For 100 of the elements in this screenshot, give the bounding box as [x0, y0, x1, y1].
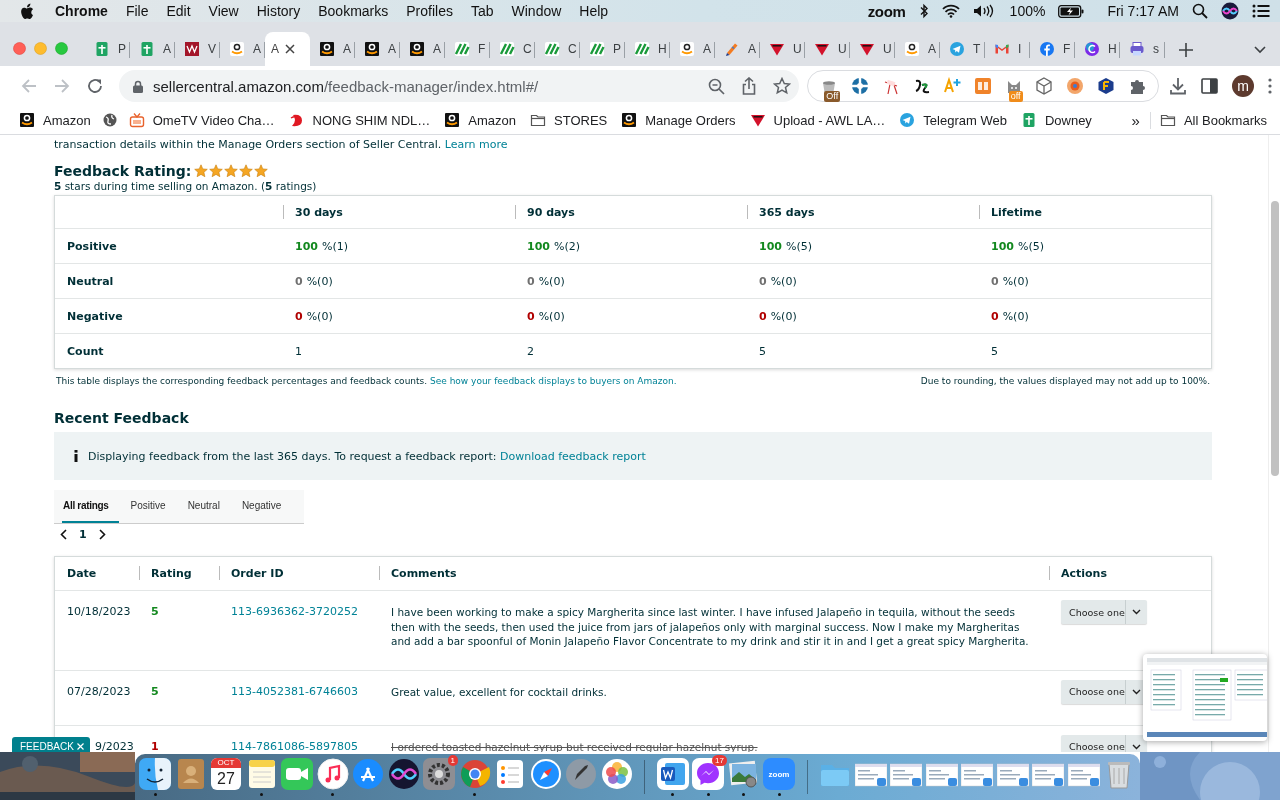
browser-tab[interactable]: P [580, 32, 625, 66]
filter-tab[interactable]: Neutral [186, 490, 230, 523]
bookmark[interactable]: Amazon [437, 108, 523, 132]
bookmark-folder[interactable]: All Bookmarks [1152, 108, 1274, 132]
learn-more-link[interactable]: Learn more [444, 138, 508, 151]
extension-badge: off [1008, 91, 1023, 102]
bookmark[interactable]: Downey [1013, 108, 1099, 132]
filter-tab[interactable]: All ratings [62, 490, 119, 523]
row-label: Count [67, 344, 104, 358]
row-label: Positive [67, 239, 117, 253]
browser-tab[interactable]: A [670, 32, 715, 66]
bookmark[interactable]: Telegram Web [892, 108, 1014, 132]
browser-tab[interactable]: I [985, 32, 1030, 66]
feedback-tab[interactable]: FEEDBACK [12, 737, 90, 752]
rating-value: 5 [151, 684, 159, 698]
menu-item[interactable]: Tab [461, 3, 503, 19]
order-id-link[interactable]: 113-4052381-6746603 [231, 684, 358, 698]
notification-badge: 1 [447, 755, 458, 766]
browser-tab[interactable]: A [355, 32, 400, 66]
browser-tab[interactable]: U [805, 32, 850, 66]
profile-avatar[interactable]: m [1232, 75, 1254, 97]
browser-tab[interactable]: s [1120, 32, 1165, 66]
notification-badge: 17 [712, 755, 727, 766]
browser-tab[interactable]: A [220, 32, 265, 66]
menu-item[interactable]: History [247, 3, 310, 19]
order-id-link[interactable]: 113-6936362-3720252 [231, 605, 358, 618]
filter-tab[interactable]: Negative [240, 490, 292, 523]
more-bookmarks[interactable]: » [1121, 111, 1151, 129]
bookmark[interactable]: Manage Orders [614, 108, 743, 132]
table-cell: 0 %(0) [991, 274, 1029, 288]
feedback-display-link[interactable]: See how your feedback displays to buyers on Amazon. [430, 376, 677, 386]
browser-tab[interactable]: H [625, 32, 670, 66]
bookmark[interactable]: Upload - AWL LA… [742, 108, 893, 132]
menu-item[interactable]: Edit [157, 3, 200, 19]
bookmark[interactable]: OmeTV Video Cha… [121, 108, 282, 132]
table-cell: 1 [295, 344, 302, 358]
bookmark[interactable]: Amazon [12, 108, 98, 132]
browser-tab[interactable]: F [1030, 32, 1075, 66]
browser-tab[interactable]: C [490, 32, 535, 66]
column-header: Rating [151, 567, 192, 580]
browser-tab[interactable]: A [400, 32, 445, 66]
address-bar[interactable]: sellercentral.amazon.com/feedback-manager/index.html#/ [119, 70, 799, 102]
browser-tab[interactable]: C [535, 32, 580, 66]
calendar-icon[interactable]: OCT 27 [211, 758, 241, 790]
menu-item[interactable]: Profiles [397, 3, 462, 19]
action-dropdown[interactable]: Choose one [1061, 734, 1147, 752]
calendar-month: OCT [211, 758, 241, 768]
table-footnote: This table displays the corresponding feedback percentages and feedback counts. See how your feedback displays to buyers on Amazon. [56, 376, 677, 386]
browser-tab[interactable]: V [175, 32, 220, 66]
browser-tab[interactable]: A [895, 32, 940, 66]
bookmark[interactable]: NONG SHIM NDL… [281, 108, 438, 132]
extension-badge: Off [824, 91, 841, 102]
table-cell: 0 %(0) [295, 274, 333, 288]
row-label: Negative [67, 309, 123, 323]
intro-text: transaction details within the Manage Orders section of Seller Central. Learn more [54, 138, 509, 152]
table-cell: 2 [527, 344, 534, 358]
table-cell: 0 %(0) [759, 309, 797, 323]
calendar-day: 27 [217, 768, 235, 789]
browser-tab[interactable]: P [85, 32, 130, 66]
table-cell: 100 %(2) [527, 239, 580, 253]
comment-text: I ordered toasted hazelnut syrup but received regular hazelnut syrup. [391, 740, 758, 752]
table-cell: 0 %(0) [295, 309, 333, 323]
menubar-clock[interactable]: Fri 7:17 AM [1107, 3, 1179, 19]
order-id-link[interactable]: 114-7861086-5897805 [231, 739, 358, 752]
browser-tab[interactable]: A [130, 32, 175, 66]
browser-tab[interactable]: H [1075, 32, 1120, 66]
section-heading: Feedback Rating: [54, 163, 192, 179]
date-cell: 07/28/2023 [67, 684, 131, 698]
menu-item[interactable]: Bookmarks [309, 3, 398, 19]
section-heading: Recent Feedback [54, 410, 189, 426]
bookmark[interactable]: STORES [523, 108, 615, 132]
rating-value: 1 [151, 739, 159, 752]
info-text: Displaying feedback from the last 365 days. To request a feedback report: Download feedback report [88, 449, 646, 463]
browser-tab[interactable]: T [940, 32, 985, 66]
column-header: Lifetime [991, 205, 1042, 219]
browser-tab[interactable]: U [850, 32, 895, 66]
row-label: Neutral [67, 274, 114, 288]
menu-item[interactable]: Help [570, 3, 618, 19]
browser-tab[interactable]: A [265, 32, 310, 66]
column-header: Comments [391, 567, 457, 580]
battery-percent: 100% [1009, 3, 1046, 19]
rating-summary: 5 stars during time selling on Amazon. (5 ratings) [54, 179, 318, 193]
browser-tab[interactable]: U [760, 32, 805, 66]
page-number[interactable]: 1 [79, 527, 87, 541]
menu-item[interactable]: Chrome [46, 3, 117, 19]
table-cell: 0 %(0) [527, 309, 565, 323]
filter-tab[interactable]: Positive [129, 490, 176, 523]
menu-item[interactable]: Window [502, 3, 571, 19]
date-cell: 10/18/2023 [67, 605, 131, 618]
comment-text: Great value, excellent for cocktail drinks. [391, 685, 607, 698]
menu-item[interactable]: File [116, 3, 158, 19]
comment-text: I have been working to make a spicy Margherita since last winter. I have infused Jalapeño in tequila, without the seeds then with the seeds, then used the juice from jars of jalapeños only with marginal success. Now I make my Margheritas and add a bar spoonful of Monin Jalapeño Flavor Concentrate to my drink and stir it in and I get a great spicy Margherita. [391, 606, 1029, 647]
browser-tab[interactable]: A [310, 32, 355, 66]
zoom-status[interactable]: zoom [867, 2, 906, 20]
menu-item[interactable]: View [199, 3, 248, 19]
browser-tab[interactable]: A [715, 32, 760, 66]
browser-tab[interactable]: F [445, 32, 490, 66]
download-report-link[interactable]: Download feedback report [499, 449, 646, 463]
action-dropdown[interactable]: Choose one [1061, 600, 1147, 624]
table-cell: 0 %(0) [527, 274, 565, 288]
